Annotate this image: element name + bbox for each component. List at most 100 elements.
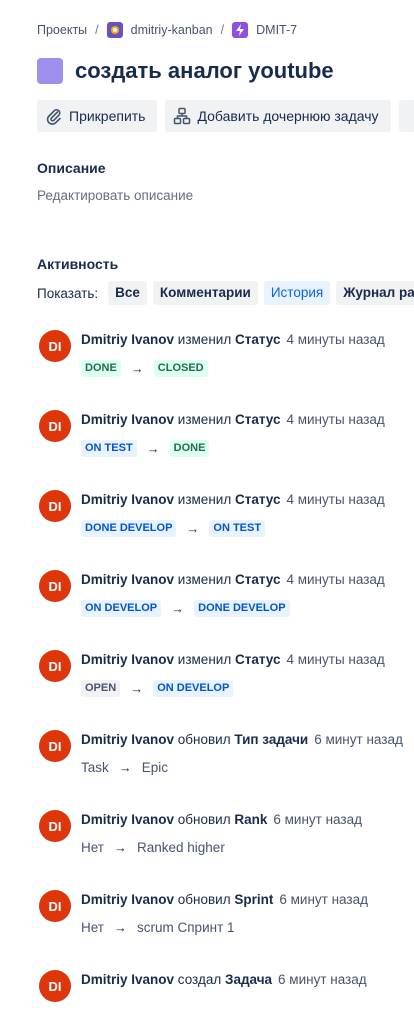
arrow-right-icon: → bbox=[114, 920, 127, 935]
avatar[interactable]: DI bbox=[39, 570, 71, 602]
project-avatar-icon bbox=[106, 22, 123, 38]
arrow-right-icon: → bbox=[130, 681, 144, 696]
activity-heading: Активность bbox=[37, 256, 119, 272]
action-verb: обновил bbox=[177, 892, 231, 907]
avatar[interactable]: DI bbox=[39, 890, 71, 922]
history-change: ON TEST → DONE bbox=[81, 440, 210, 457]
issue-type-icon[interactable] bbox=[37, 58, 63, 84]
field-name: Статус bbox=[234, 412, 281, 427]
action-verb: изменил bbox=[177, 652, 232, 667]
timestamp[interactable]: 6 минут назад bbox=[279, 892, 368, 907]
old-value-lozenge: ON DEVELOP bbox=[81, 600, 162, 617]
old-value-lozenge: DONE bbox=[81, 360, 121, 377]
action-verb: изменил bbox=[177, 492, 232, 507]
user-name[interactable]: Dmitriy Ivanov bbox=[81, 892, 174, 907]
action-verb: создал bbox=[177, 972, 222, 987]
user-name[interactable]: Dmitriy Ivanov bbox=[81, 332, 174, 347]
timestamp[interactable]: 6 минут назад bbox=[314, 732, 403, 747]
history-entry-summary: Dmitriy Ivanov изменил Статус 4 минуты на… bbox=[81, 652, 385, 667]
history-entry-summary: Dmitriy Ivanov создал Задача 6 минут наза… bbox=[81, 972, 367, 987]
issue-title[interactable]: создать аналог youtube bbox=[75, 58, 334, 84]
history-entry-summary: Dmitriy Ivanov изменил Статус 4 минуты на… bbox=[81, 572, 385, 587]
user-name[interactable]: Dmitriy Ivanov bbox=[81, 812, 174, 827]
old-value-lozenge: ON TEST bbox=[81, 440, 137, 457]
filter-history[interactable]: История bbox=[263, 281, 331, 305]
add-child-label: Добавить дочернюю задачу bbox=[197, 108, 379, 124]
timestamp[interactable]: 6 минут назад bbox=[278, 972, 367, 987]
filter-comments[interactable]: Комментарии bbox=[152, 281, 258, 305]
history-change: ON DEVELOP → DONE DEVELOP bbox=[81, 600, 290, 617]
action-verb: изменил bbox=[177, 412, 232, 427]
description-placeholder[interactable]: Редактировать описание bbox=[37, 188, 193, 203]
history-change: Нет → scrum Спринт 1 bbox=[81, 920, 235, 935]
user-name[interactable]: Dmitriy Ivanov bbox=[81, 972, 174, 987]
show-label: Показать: bbox=[37, 285, 99, 301]
breadcrumb-projects[interactable]: Проекты bbox=[37, 23, 87, 37]
old-value-lozenge: DONE DEVELOP bbox=[81, 520, 177, 537]
field-name: Статус bbox=[234, 652, 281, 667]
avatar[interactable]: DI bbox=[39, 490, 71, 522]
old-value: Task bbox=[81, 760, 109, 775]
user-name[interactable]: Dmitriy Ivanov bbox=[81, 652, 174, 667]
user-name[interactable]: Dmitriy Ivanov bbox=[81, 572, 174, 587]
timestamp[interactable]: 4 минуты назад bbox=[286, 652, 384, 667]
attach-button[interactable]: Прикрепить bbox=[37, 100, 158, 132]
new-value-lozenge: ON TEST bbox=[209, 520, 266, 537]
history-change: Нет → Ranked higher bbox=[81, 840, 225, 855]
field-name: Статус bbox=[234, 572, 281, 587]
filter-worklog[interactable]: Журнал ра bbox=[336, 281, 414, 305]
avatar[interactable]: DI bbox=[39, 330, 71, 362]
avatar[interactable]: DI bbox=[39, 810, 71, 842]
timestamp[interactable]: 4 минуты назад bbox=[286, 412, 384, 427]
field-name: Статус bbox=[234, 332, 281, 347]
new-value: scrum Спринт 1 bbox=[137, 920, 235, 935]
field-name: Статус bbox=[234, 492, 281, 507]
timestamp[interactable]: 4 минуты назад bbox=[286, 332, 384, 347]
history-entry-summary: Dmitriy Ivanov изменил Статус 4 минуты на… bbox=[81, 332, 385, 347]
field-name: Sprint bbox=[234, 892, 274, 907]
avatar[interactable]: DI bbox=[39, 650, 71, 682]
new-value: Epic bbox=[141, 760, 169, 775]
history-entry-summary: Dmitriy Ivanov обновил Sprint 6 минут наз… bbox=[81, 892, 368, 907]
hierarchy-icon bbox=[174, 107, 191, 125]
old-value: Нет bbox=[81, 920, 104, 935]
old-value-lozenge: OPEN bbox=[81, 680, 121, 697]
avatar[interactable]: DI bbox=[39, 970, 71, 1002]
breadcrumb-separator: / bbox=[95, 23, 99, 37]
avatar[interactable]: DI bbox=[39, 730, 71, 762]
new-value-lozenge: CLOSED bbox=[153, 360, 208, 377]
action-verb: обновил bbox=[177, 732, 231, 747]
new-value-lozenge: DONE DEVELOP bbox=[194, 600, 290, 617]
arrow-right-icon: → bbox=[186, 521, 200, 536]
breadcrumb-issue-key[interactable]: DMIT-7 bbox=[256, 23, 297, 37]
user-name[interactable]: Dmitriy Ivanov bbox=[81, 732, 174, 747]
timestamp[interactable]: 4 минуты назад bbox=[286, 492, 384, 507]
timestamp[interactable]: 4 минуты назад bbox=[286, 572, 384, 587]
user-name[interactable]: Dmitriy Ivanov bbox=[81, 412, 174, 427]
old-value: Нет bbox=[81, 840, 104, 855]
new-value-lozenge: DONE bbox=[169, 440, 210, 457]
arrow-right-icon: → bbox=[114, 840, 127, 855]
timestamp[interactable]: 6 минут назад bbox=[273, 812, 362, 827]
more-actions-button[interactable] bbox=[398, 100, 414, 132]
epic-lightning-icon bbox=[232, 22, 249, 38]
avatar[interactable]: DI bbox=[39, 410, 71, 442]
action-verb: изменил bbox=[177, 332, 232, 347]
history-entry-summary: Dmitriy Ivanov изменил Статус 4 минуты на… bbox=[81, 412, 385, 427]
new-value-lozenge: ON DEVELOP bbox=[153, 680, 234, 697]
history-change: DONE DEVELOP → ON TEST bbox=[81, 520, 266, 537]
history-change: OPEN → ON DEVELOP bbox=[81, 680, 234, 697]
arrow-right-icon: → bbox=[146, 441, 160, 456]
arrow-right-icon: → bbox=[130, 361, 144, 376]
activity-filter: Показать: Все Комментарии История Журнал… bbox=[37, 281, 414, 305]
field-name: Тип задачи bbox=[234, 732, 309, 747]
history-change: Task → Epic bbox=[81, 760, 168, 775]
user-name[interactable]: Dmitriy Ivanov bbox=[81, 492, 174, 507]
filter-all[interactable]: Все bbox=[108, 281, 147, 305]
breadcrumb-project[interactable]: dmitriy-kanban bbox=[131, 23, 213, 37]
breadcrumb-separator: / bbox=[220, 23, 225, 37]
history-entry-summary: Dmitriy Ivanov изменил Статус 4 минуты на… bbox=[81, 492, 385, 507]
issue-toolbar: Прикрепить Добавить дочернюю задачу bbox=[37, 100, 414, 132]
history-change: DONE → CLOSED bbox=[81, 360, 208, 377]
add-child-button[interactable]: Добавить дочернюю задачу bbox=[165, 100, 391, 132]
